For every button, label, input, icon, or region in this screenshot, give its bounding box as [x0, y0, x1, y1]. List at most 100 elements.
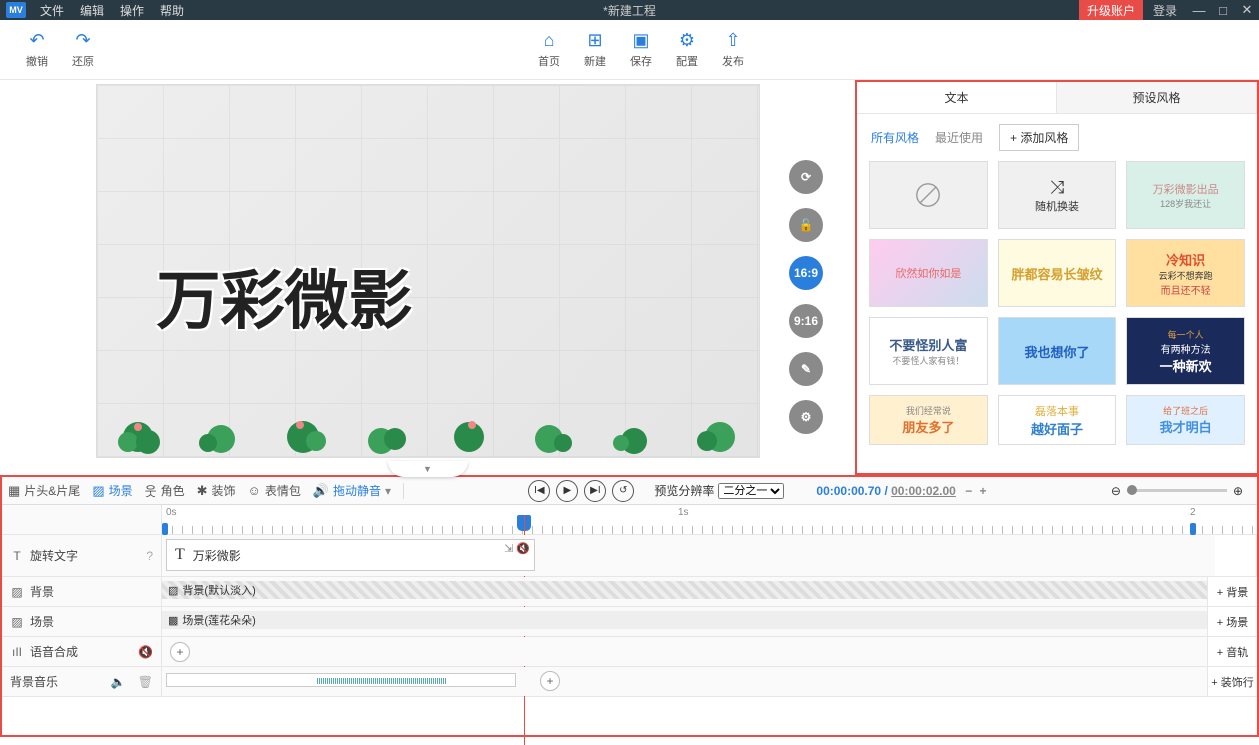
canvas[interactable]: 万彩微影	[96, 84, 760, 458]
canvas-text[interactable]: 万彩微影	[157, 250, 413, 342]
tab-scene[interactable]: ▨场景	[92, 482, 132, 499]
style-panel: 文本 预设风格 所有风格 最近使用 + 添加风格 ⤨随机换装 万彩微影出品128…	[855, 80, 1259, 475]
tab-emoji[interactable]: ☺表情包	[248, 482, 301, 499]
zoom-out-button[interactable]: ⊖	[1111, 484, 1121, 498]
thumb-style-11[interactable]: 磊落本事越好面子	[998, 395, 1117, 445]
text-icon: T	[175, 546, 185, 564]
maximize-button[interactable]: □	[1211, 3, 1235, 18]
track-spin-text: T旋转文字? T 万彩微影 ⇲🔇	[2, 535, 1257, 577]
tab-preset-style[interactable]: 预设风格	[1057, 82, 1257, 113]
shuffle-icon: ⤨	[1050, 177, 1064, 198]
resolution-select[interactable]: 二分之一	[718, 483, 784, 499]
volume-icon[interactable]: 🔈	[111, 675, 126, 689]
next-icon: ▶I	[590, 485, 600, 496]
new-icon: ⊞	[572, 30, 618, 51]
person-icon: 웃	[145, 481, 157, 500]
add-scene-button[interactable]: + 场景	[1207, 607, 1257, 636]
home-button[interactable]: ⌂首页	[526, 30, 572, 69]
add-audio-button[interactable]: + 音轨	[1207, 637, 1257, 666]
text-icon: T	[10, 549, 24, 563]
bg-clip[interactable]: ▨背景(默认淡入)	[162, 581, 1207, 599]
play-icon: ▶	[564, 485, 572, 496]
thumb-style-7[interactable]: 不要怪别人富不要怪人家有钱！	[869, 317, 988, 385]
upgrade-button[interactable]: 升级账户	[1079, 0, 1143, 20]
time-minus[interactable]: −	[965, 484, 972, 498]
filter-all-styles[interactable]: 所有风格	[871, 129, 919, 146]
zoom-slider[interactable]	[1127, 489, 1227, 492]
loop-button[interactable]: ↺	[612, 480, 634, 502]
publish-button[interactable]: ⇧发布	[710, 30, 756, 69]
tab-decor[interactable]: ✱装饰	[197, 482, 236, 499]
tab-role[interactable]: 웃角色	[145, 481, 185, 500]
menu-help[interactable]: 帮助	[152, 2, 192, 19]
trash-icon[interactable]: 🗑	[138, 675, 153, 689]
canvas-plants	[97, 377, 759, 457]
new-button[interactable]: ⊞新建	[572, 30, 618, 69]
prev-button[interactable]: I◀	[528, 480, 550, 502]
save-button[interactable]: ▣保存	[618, 30, 664, 69]
thumb-style-4[interactable]: 欣然如你如是	[869, 239, 988, 307]
canvas-area: 万彩微影 ▼ ⟳ 🔓 16:9 9:16 ✎ ⚙	[0, 80, 855, 475]
thumb-style-5[interactable]: 胖都容易长皱纹	[998, 239, 1117, 307]
canvas-expand-handle[interactable]: ▼	[388, 461, 468, 477]
thumb-style-6[interactable]: 冷知识云彩不想奔跑而且还不轻	[1126, 239, 1245, 307]
chevron-down-icon: ▾	[385, 484, 391, 498]
close-button[interactable]: ✕	[1235, 2, 1259, 18]
prev-icon: I◀	[534, 485, 544, 496]
refresh-button[interactable]: ⟳	[789, 160, 823, 194]
duration-link[interactable]: 00:00:02.00	[891, 484, 956, 498]
add-decor-row-button[interactable]: + 装饰行	[1207, 667, 1257, 696]
thumb-style-12[interactable]: 给了班之后我才明白	[1126, 395, 1245, 445]
edit-button[interactable]: ✎	[789, 352, 823, 386]
help-icon[interactable]: ?	[146, 549, 153, 563]
thumb-style-8[interactable]: 我也想你了	[998, 317, 1117, 385]
filter-recent[interactable]: 最近使用	[935, 129, 983, 146]
menu-edit[interactable]: 编辑	[72, 2, 112, 19]
settings-button[interactable]: ⚙	[789, 400, 823, 434]
text-clip[interactable]: T 万彩微影 ⇲🔇	[166, 539, 535, 571]
menu-action[interactable]: 操作	[112, 2, 152, 19]
range-end-handle[interactable]	[1190, 523, 1196, 535]
config-button[interactable]: ⚙配置	[664, 30, 710, 69]
track-background: ▨背景 ▨背景(默认淡入) + 背景	[2, 577, 1257, 607]
thumb-style-10[interactable]: 我们经常说朋友多了	[869, 395, 988, 445]
mute-icon[interactable]: 🔇	[138, 645, 153, 659]
thumb-style-3[interactable]: 万彩微影出品128岁我还让	[1126, 161, 1245, 229]
forbidden-icon	[914, 181, 942, 209]
tab-head-tail[interactable]: ▦片头&片尾	[8, 482, 80, 499]
minimize-button[interactable]: —	[1187, 3, 1211, 18]
timeline-time: 00:00:00.70 / 00:00:02.00 − +	[816, 484, 986, 498]
undo-button[interactable]: ↶撤销	[14, 30, 60, 69]
thumb-none[interactable]	[869, 161, 988, 229]
add-voice-button[interactable]: +	[170, 642, 190, 662]
window-title: *新建工程	[603, 2, 656, 19]
ratio-9-16-button[interactable]: 9:16	[789, 304, 823, 338]
range-start-handle[interactable]	[162, 523, 168, 535]
mute-icon[interactable]: 🔇	[516, 542, 530, 555]
home-icon: ⌂	[526, 30, 572, 51]
add-music-button[interactable]: +	[540, 671, 560, 691]
add-bg-button[interactable]: + 背景	[1207, 577, 1257, 606]
unlink-icon[interactable]: ⇲	[504, 542, 513, 555]
lock-button[interactable]: 🔓	[789, 208, 823, 242]
login-button[interactable]: 登录	[1143, 2, 1187, 19]
play-button[interactable]: ▶	[556, 480, 578, 502]
time-plus[interactable]: +	[980, 484, 987, 498]
redo-button[interactable]: ↷还原	[60, 30, 106, 69]
scene-clip[interactable]: ▩场景(莲花朵朵)	[162, 611, 1207, 629]
next-button[interactable]: ▶I	[584, 480, 606, 502]
zoom-in-button[interactable]: ⊕	[1233, 484, 1243, 498]
voice-icon: ıII	[10, 645, 24, 659]
thumb-random[interactable]: ⤨随机换装	[998, 161, 1117, 229]
thumb-style-9[interactable]: 每一个人有两种方法一种新欢	[1126, 317, 1245, 385]
tab-drag-mute[interactable]: 🔊拖动静音▾	[313, 482, 391, 499]
emoji-icon: ☺	[248, 483, 261, 498]
add-style-button[interactable]: + 添加风格	[999, 124, 1079, 151]
ratio-16-9-button[interactable]: 16:9	[789, 256, 823, 290]
tab-text[interactable]: 文本	[857, 82, 1057, 113]
music-clip[interactable]	[166, 673, 516, 687]
undo-icon: ↶	[14, 30, 60, 51]
menu-file[interactable]: 文件	[32, 2, 72, 19]
gear-icon: ⚙	[801, 410, 812, 424]
timeline-ruler[interactable]: 0s 1s 2	[162, 505, 1257, 534]
